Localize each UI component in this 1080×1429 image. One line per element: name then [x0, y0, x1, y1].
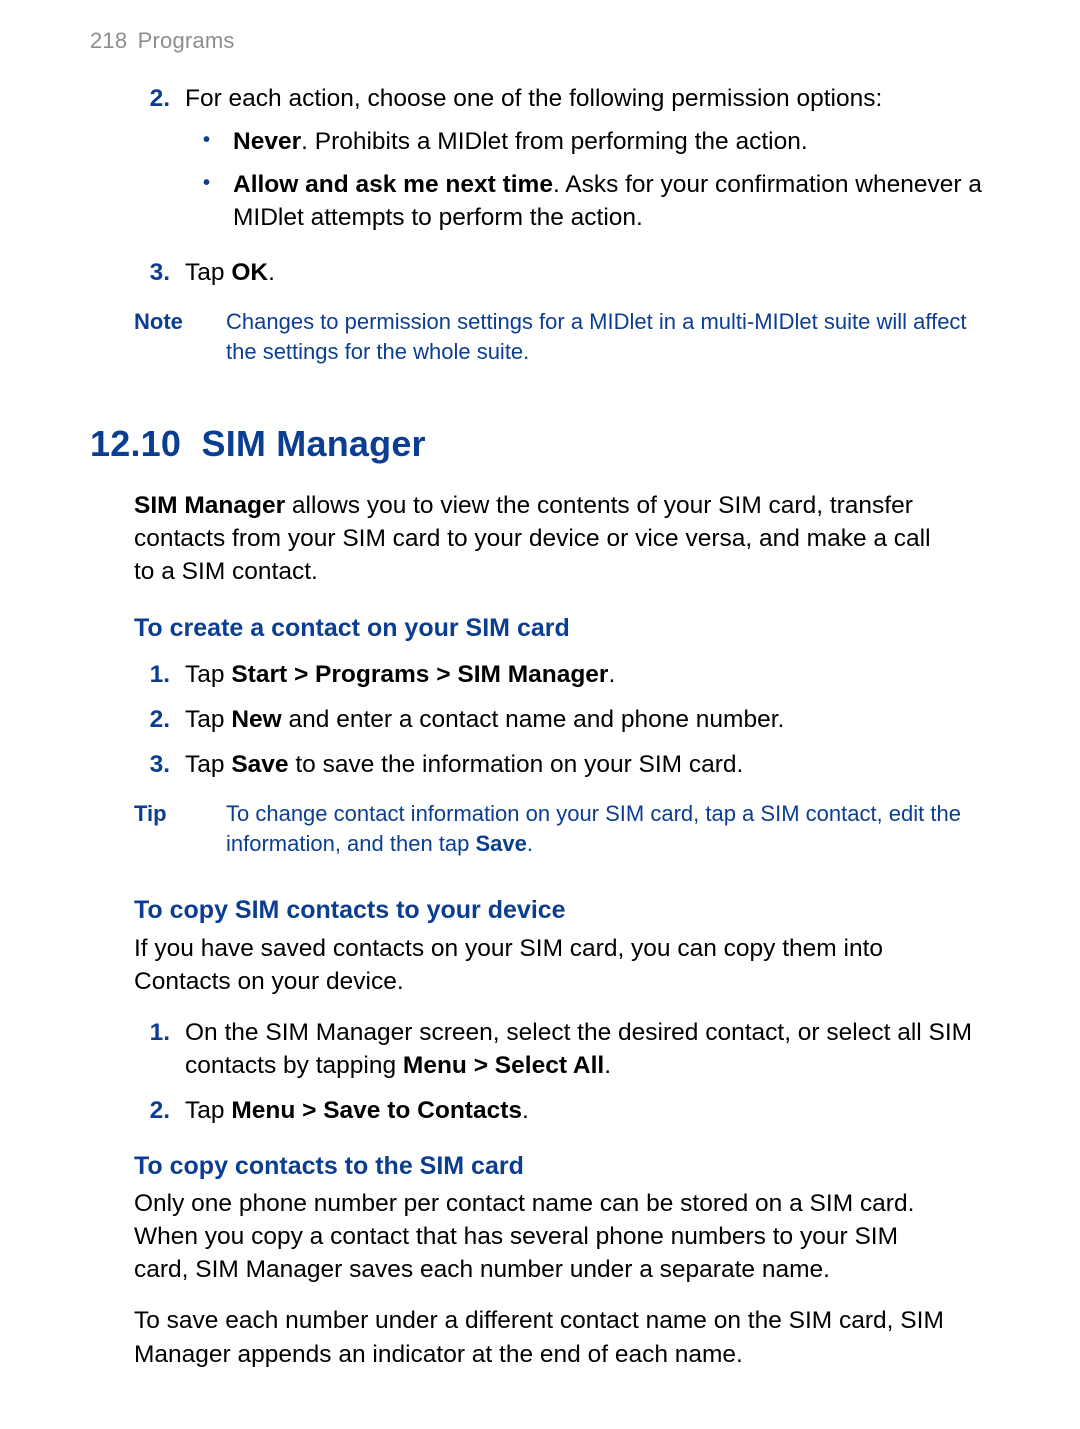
tip-text: To change contact information on your SI… [226, 799, 990, 858]
step-number: 3. [134, 256, 170, 289]
step-body: Tap Start > Programs > SIM Manager. [185, 658, 990, 691]
step-bold: New [231, 706, 281, 733]
create-step-3: 3. Tap Save to save the information on y… [134, 748, 990, 781]
tip-bold: Save [476, 831, 527, 856]
page-number: 218 [90, 28, 127, 53]
chapter-title: Programs [138, 28, 235, 53]
copy-to-device-intro: If you have saved contacts on your SIM c… [134, 932, 954, 998]
copy-to-sim-para2: To save each number under a different co… [134, 1304, 954, 1370]
tip-post: . [527, 831, 533, 856]
step-bold: Menu > Select All [403, 1052, 604, 1079]
step-number: 1. [134, 1016, 170, 1082]
step-pre: Tap [185, 751, 231, 778]
section-title: SIM Manager [202, 423, 426, 464]
step-post: . [522, 1097, 529, 1124]
step-number: 2. [134, 82, 170, 244]
step-pre: Tap [185, 661, 231, 688]
section-number: 12.10 [90, 423, 181, 464]
step-number: 2. [134, 703, 170, 736]
step-3-pre: Tap [185, 259, 231, 286]
step-post: . [604, 1052, 611, 1079]
step-pre: Tap [185, 1097, 231, 1124]
copy-device-step-2: 2. Tap Menu > Save to Contacts. [134, 1094, 990, 1127]
bullet-never: • Never. Prohibits a MIDlet from perform… [203, 125, 990, 158]
bullet-rest: . Prohibits a MIDlet from performing the… [301, 128, 808, 155]
step-bold: Menu > Save to Contacts [231, 1097, 522, 1124]
step-post: . [608, 661, 615, 688]
step-post: to save the information on your SIM card… [289, 751, 744, 778]
section-intro: SIM Manager allows you to view the conte… [134, 489, 954, 588]
step-3-post: . [268, 259, 275, 286]
step-body: Tap Save to save the information on your… [185, 748, 990, 781]
note-callout: Note Changes to permission settings for … [134, 307, 990, 366]
step-2: 2. For each action, choose one of the fo… [134, 82, 990, 244]
copy-to-sim-para1: Only one phone number per contact name c… [134, 1187, 954, 1286]
heading-create-contact: To create a contact on your SIM card [134, 612, 990, 646]
bullet-bold: Never [233, 128, 301, 155]
step-3: 3. Tap OK. [134, 256, 990, 289]
step-number: 2. [134, 1094, 170, 1127]
step-body: Tap New and enter a contact name and pho… [185, 703, 990, 736]
heading-copy-to-sim: To copy contacts to the SIM card [134, 1150, 990, 1184]
step-bold: Save [231, 751, 288, 778]
note-label: Note [134, 307, 202, 366]
section-heading: 12.10 SIM Manager [90, 420, 990, 469]
bullet-dot-icon: • [203, 168, 215, 234]
tip-callout: Tip To change contact information on you… [134, 799, 990, 858]
page-header: 218 Programs [90, 26, 990, 56]
intro-bold: SIM Manager [134, 492, 285, 519]
step-2-text: For each action, choose one of the follo… [185, 82, 990, 115]
create-step-1: 1. Tap Start > Programs > SIM Manager. [134, 658, 990, 691]
bullet-text: Allow and ask me next time. Asks for you… [233, 168, 990, 234]
step-body: On the SIM Manager screen, select the de… [185, 1016, 990, 1082]
heading-copy-to-device: To copy SIM contacts to your device [134, 894, 990, 928]
step-body: Tap OK. [185, 256, 990, 289]
create-step-2: 2. Tap New and enter a contact name and … [134, 703, 990, 736]
step-bold: Start > Programs > SIM Manager [231, 661, 608, 688]
step-body: Tap Menu > Save to Contacts. [185, 1094, 990, 1127]
step-pre: Tap [185, 706, 231, 733]
step-3-bold: OK [231, 259, 268, 286]
step-number: 3. [134, 748, 170, 781]
bullet-dot-icon: • [203, 125, 215, 158]
note-text: Changes to permission settings for a MID… [226, 307, 990, 366]
copy-device-step-1: 1. On the SIM Manager screen, select the… [134, 1016, 990, 1082]
step-number: 1. [134, 658, 170, 691]
bullet-bold: Allow and ask me next time [233, 171, 553, 198]
bullet-text: Never. Prohibits a MIDlet from performin… [233, 125, 990, 158]
tip-pre: To change contact information on your SI… [226, 801, 961, 856]
tip-label: Tip [134, 799, 202, 858]
page-root: 218 Programs 2. For each action, choose … [0, 0, 1080, 1429]
step-body: For each action, choose one of the follo… [185, 82, 990, 244]
bullet-allow: • Allow and ask me next time. Asks for y… [203, 168, 990, 234]
step-post: and enter a contact name and phone numbe… [282, 706, 785, 733]
